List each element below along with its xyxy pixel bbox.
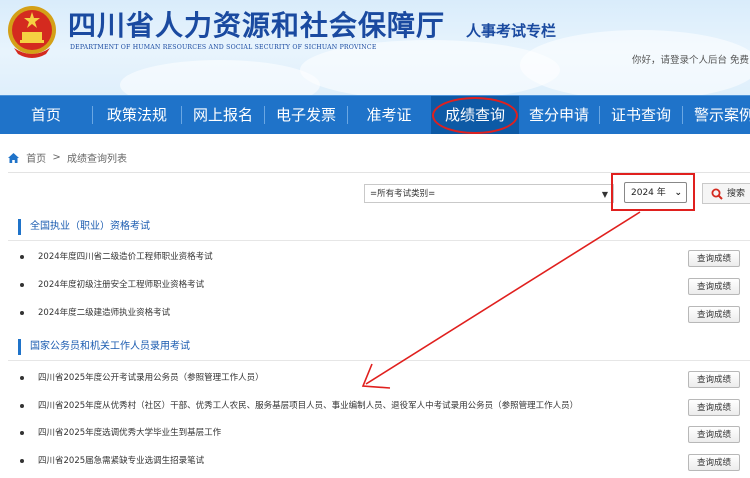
site-subtitle: DEPARTMENT OF HUMAN RESOURCES AND SOCIAL… [70, 44, 377, 51]
column-title: 人事考试专栏 [466, 22, 557, 40]
list-bullet [20, 283, 24, 287]
nav-item-certificate-query[interactable]: 证书查询 [600, 96, 682, 134]
exam-type-value: =所有考试类别= [370, 189, 436, 199]
nav-item-warning-cases[interactable]: 警示案例 [683, 96, 750, 134]
national-emblem-icon [8, 6, 56, 58]
nav-item-admission-ticket[interactable]: 准考证 [348, 96, 430, 134]
home-icon [8, 152, 19, 163]
nav-item-e-invoice[interactable]: 电子发票 [265, 96, 347, 134]
exam-type-select[interactable]: =所有考试类别= ▼ [364, 184, 614, 203]
list-item[interactable]: 四川省2025年度从优秀村（社区）干部、优秀工人农民、服务基层项目人员、事业编制… [38, 399, 578, 411]
search-button[interactable]: 搜索 [702, 183, 750, 204]
query-score-button[interactable]: 查询成绩 [688, 454, 740, 471]
breadcrumb: 首页 > 成绩查询列表 [8, 150, 127, 165]
query-score-button[interactable]: 查询成绩 [688, 399, 740, 416]
nav-item-policy[interactable]: 政策法规 [93, 96, 181, 134]
list-bullet [20, 404, 24, 408]
user-login-links[interactable]: 你好，请登录个人后台 免费 [632, 52, 749, 66]
list-item[interactable]: 四川省2025年度公开考试录用公务员（参照管理工作人员） [38, 371, 264, 383]
query-score-button[interactable]: 查询成绩 [688, 426, 740, 443]
red-circle-annotation [432, 97, 518, 134]
query-score-button[interactable]: 查询成绩 [688, 371, 740, 388]
breadcrumb-current: 成绩查询列表 [66, 154, 127, 165]
list-bullet [20, 376, 24, 380]
header-cloud [120, 60, 320, 95]
list-item[interactable]: 四川省2025年度选调优秀大学毕业生到基层工作 [38, 426, 221, 438]
list-bullet [20, 255, 24, 259]
list-item[interactable]: 2024年度初级注册安全工程师职业资格考试 [38, 278, 204, 290]
nav-item-home[interactable]: 首页 [0, 96, 92, 134]
section-title: 国家公务员和机关工作人员录用考试 [18, 339, 190, 355]
breadcrumb-separator: > [52, 152, 61, 163]
section-divider [8, 240, 750, 241]
year-value: 2024 年 [631, 188, 666, 198]
breadcrumb-home-link[interactable]: 首页 [26, 154, 46, 165]
list-item[interactable]: 四川省2025届急需紧缺专业选调生招录笔试 [38, 454, 204, 466]
query-score-button[interactable]: 查询成绩 [688, 250, 740, 267]
query-score-button[interactable]: 查询成绩 [688, 306, 740, 323]
site-title: 四川省人力资源和社会保障厅 [68, 9, 446, 42]
main-nav: 首页 政策法规 网上报名 电子发票 准考证 成绩查询 查分申请 证书查询 警示案… [0, 95, 750, 134]
search-button-label: 搜索 [727, 189, 746, 199]
section-title: 全国执业（职业）资格考试 [18, 219, 150, 235]
chevron-down-icon: ▼ [601, 190, 608, 199]
search-icon [711, 188, 723, 200]
list-bullet [20, 431, 24, 435]
list-item[interactable]: 2024年度四川省二级造价工程师职业资格考试 [38, 250, 213, 262]
list-bullet [20, 311, 24, 315]
nav-item-online-registration[interactable]: 网上报名 [182, 96, 264, 134]
year-select[interactable]: 2024 年 ⌄ [624, 182, 687, 203]
query-score-button[interactable]: 查询成绩 [688, 278, 740, 295]
chevron-down-icon: ⌄ [674, 188, 682, 198]
list-item[interactable]: 2024年度二级建造师执业资格考试 [38, 306, 170, 318]
list-bullet [20, 459, 24, 463]
site-header: 四川省人力资源和社会保障厅 DEPARTMENT OF HUMAN RESOUR… [0, 0, 750, 95]
section-divider [8, 360, 750, 361]
nav-item-score-review[interactable]: 查分申请 [519, 96, 599, 134]
